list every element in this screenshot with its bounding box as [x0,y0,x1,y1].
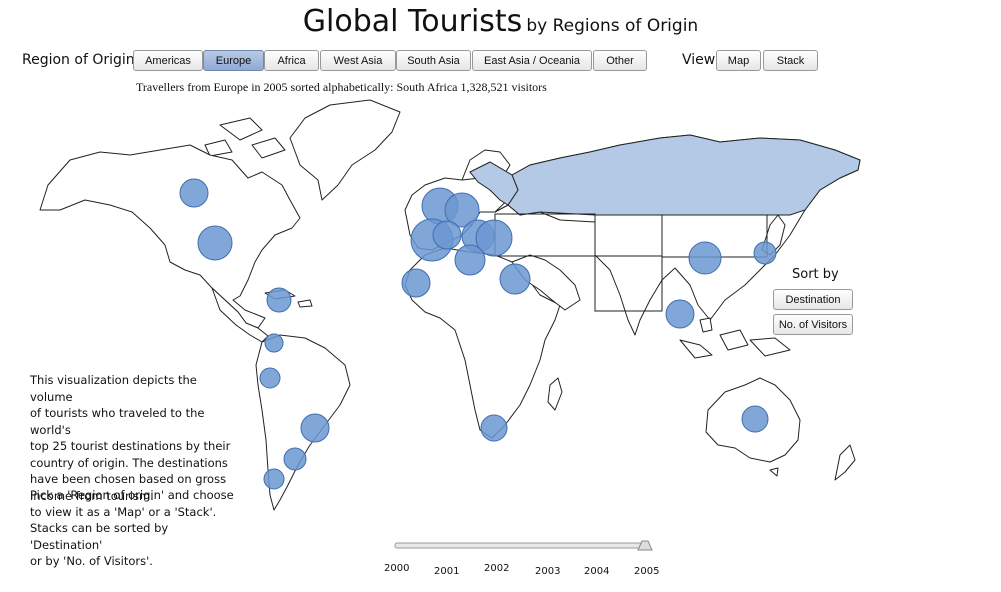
region-button-africa[interactable]: Africa [264,50,319,71]
region-of-origin-label: Region of Origin [22,52,135,68]
year-tick-2003: 2003 [535,566,561,577]
destination-bubble[interactable] [283,447,307,471]
view-button-stack[interactable]: Stack [763,50,818,71]
description-paragraph-2: Pick a 'Region of origin' and choose to … [30,487,240,570]
region-button-south-asia[interactable]: South Asia [396,50,471,71]
description-line: country of origin. The destinations [30,455,228,470]
sort-by-label: Sort by [792,267,839,282]
year-tick-2002: 2002 [484,563,510,574]
destination-bubble[interactable] [741,405,769,433]
destination-bubble[interactable] [753,241,777,265]
destination-bubble[interactable] [266,287,292,313]
region-button-europe[interactable]: Europe [203,50,264,71]
region-button-other[interactable]: Other [593,50,647,71]
arctic-islands-shape [204,117,286,159]
sort-visitors-button[interactable]: No. of Visitors [773,314,853,335]
destination-bubble[interactable] [197,225,233,261]
madagascar-shape [547,377,563,411]
description-line: Stacks can be sorted by 'Destination' [30,521,169,552]
greenland-shape [289,99,401,201]
year-tick-2001: 2001 [434,566,460,577]
year-tick-2000: 2000 [384,563,410,574]
destination-bubble[interactable] [688,241,722,275]
destination-bubble[interactable] [300,413,330,443]
description-line: to view it as a 'Map' or a 'Stack'. [30,504,217,519]
destination-bubble[interactable] [179,178,209,208]
view-label: View [682,52,716,68]
region-button-americas[interactable]: Americas [133,50,203,71]
year-tick-2005: 2005 [634,566,660,577]
title-sub: by Regions of Origin [526,16,699,36]
destination-bubble[interactable] [432,220,462,250]
destination-bubble[interactable] [480,414,508,442]
description-line: top 25 tourist destinations by their [30,439,231,453]
description-line: This visualization depicts the volume [30,373,197,404]
destination-bubble[interactable] [665,299,695,329]
region-button-east-asia-oceania[interactable]: East Asia / Oceania [472,50,592,71]
title-main: Global Tourists [302,4,523,39]
page-title: Global Tourists by Regions of Origin [0,4,1001,39]
year-tick-2004: 2004 [584,566,610,577]
region-button-west-asia[interactable]: West Asia [320,50,396,71]
year-slider[interactable] [390,538,660,558]
destination-bubble[interactable] [401,268,431,298]
selection-caption: Travellers from Europe in 2005 sorted al… [136,80,547,94]
destination-bubble[interactable] [263,468,285,490]
destination-bubble[interactable] [264,333,284,353]
description-line: have been chosen based on gross [30,472,227,486]
description-line: or by 'No. of Visitors'. [30,554,153,568]
description-paragraph-1: This visualization depicts the volume of… [30,372,240,504]
destination-bubble[interactable] [259,367,281,389]
year-slider-track [394,542,646,549]
year-slider-handle[interactable] [637,540,653,551]
destination-bubble[interactable] [454,244,486,276]
description-line: of tourists who traveled to the world's [30,406,205,437]
sort-destination-button[interactable]: Destination [773,289,853,310]
view-button-map[interactable]: Map [716,50,761,71]
description-line: Pick a 'Region of origin' and choose [30,488,234,502]
north-america-shape [39,144,301,329]
destination-bubble[interactable] [499,263,531,295]
